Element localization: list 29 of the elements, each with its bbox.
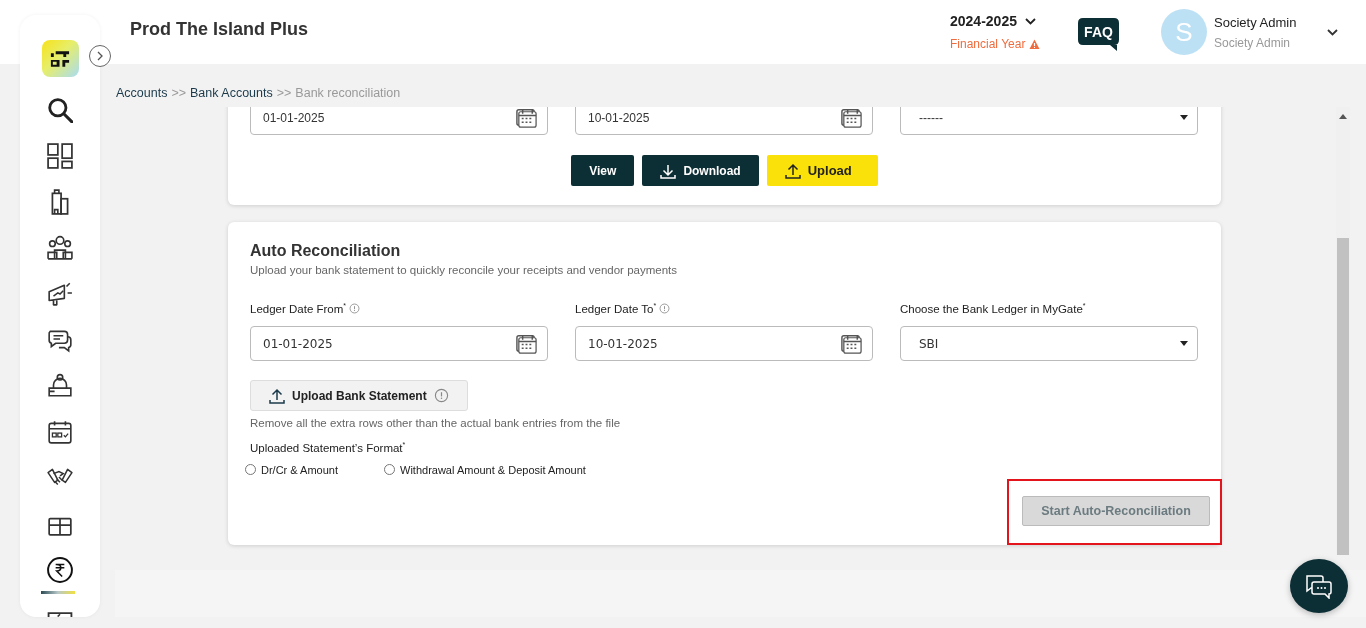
breadcrumb-link[interactable]: Bank Accounts [190,85,273,100]
format-label: Uploaded Statement’s Format$^{*}$ [250,441,407,454]
app-title: Prod The Island Plus [130,19,310,40]
date-field[interactable]: 01-01-2025 [250,107,548,135]
field-label: Choose the Bank Ledger in MyGate$^{*}$ [900,301,1086,315]
upload-statement-button[interactable]: Upload Bank Statement [250,380,468,411]
date-field[interactable]: 10-01-2025 [575,107,873,135]
date-field[interactable]: 01-01-2025 [250,326,548,361]
view-button[interactable]: View [571,155,635,186]
section-subtitle: Upload your bank statement to quickly reconcile your receipts and vendor payments [250,264,678,276]
year-caption: Financial Year [950,37,1026,51]
field-label: Ledger Date To$^{*}$ [575,301,657,315]
section-title: Auto Reconciliation [250,242,402,260]
user-role: Society Admin [1214,35,1292,50]
dropdown-field[interactable]: ------ [900,107,1198,135]
field-label: Ledger Date From$^{*}$ [250,301,347,315]
date-field[interactable]: 10-01-2025 [575,326,873,361]
hint-text: Remove all the extra rows other than the actual bank entries from the file [250,417,622,429]
year-selector[interactable]: 2024-2025 [950,13,1017,29]
dropdown-field[interactable]: SBI [900,326,1198,361]
upload-button[interactable]: Upload [766,155,878,186]
download-button[interactable]: Download [642,155,759,186]
radio-label[interactable]: Dr/Cr & Amount [261,463,339,476]
radio-label[interactable]: Withdrawal Amount & Deposit Amount [400,463,586,476]
breadcrumb-separator: >> [171,85,187,100]
faq-button[interactable]: FAQ [1078,18,1119,52]
user-name: Society Admin [1214,14,1298,30]
breadcrumb-separator: >> [276,85,292,100]
breadcrumb-link[interactable]: Accounts [116,85,168,100]
